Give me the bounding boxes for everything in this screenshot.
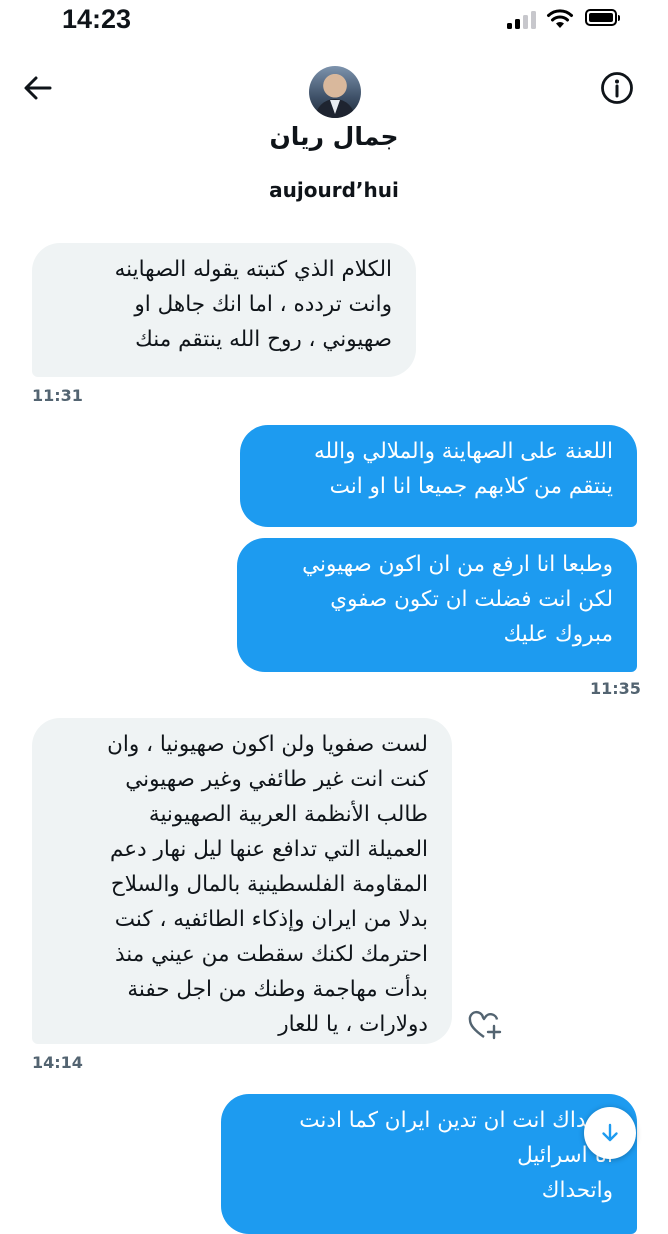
message-text-line: بدأت مهاجمة وطنك من اجل حفنة (127, 977, 428, 1002)
message-bubble[interactable]: الكلام الذي كتبته يقوله الصهاينه وانت تر… (32, 243, 416, 377)
message-text-line: الكلام الذي كتبته يقوله الصهاينه (114, 257, 392, 282)
message-text-line: وانت تردده ، اما انك جاهل او (134, 292, 392, 317)
message-text-line: انا اسرائيل (517, 1143, 613, 1168)
message-text-line: المقاومة الفلسطينية بالمال والسلاح (110, 872, 428, 897)
heart-plus-icon[interactable] (468, 1010, 502, 1042)
arrow-left-icon[interactable] (22, 72, 54, 104)
arrow-down-icon (602, 1123, 618, 1142)
message-timestamp: 11:35 (590, 679, 641, 698)
message-text-line: العميلة التي تدافع عنها ليل نهار دعم (110, 837, 428, 862)
contact-name[interactable]: جمال ريان (0, 122, 668, 151)
message-bubble[interactable]: لست صفويا ولن اكون صهيونيا ، وان كنت انت… (32, 718, 452, 1044)
message-timestamp: 11:31 (32, 386, 83, 405)
scroll-to-bottom-button[interactable] (584, 1107, 636, 1159)
message-text-line: لست صفويا ولن اكون صهيونيا ، وان (107, 732, 428, 757)
message-bubble[interactable]: اتحداك انت ان تدين ايران كما ادنت انا اس… (221, 1094, 637, 1234)
battery-icon (585, 9, 620, 26)
message-text-line: اللعنة على الصهاينة والملالي والله (313, 439, 613, 464)
message-text-line: صهيوني ، روح الله ينتقم منك (135, 327, 392, 352)
cellular-signal-icon (507, 11, 539, 29)
date-separator: aujourd’hui (269, 178, 399, 202)
wifi-icon (547, 9, 573, 28)
status-bar: 14:23 (0, 0, 668, 40)
status-time: 14:23 (62, 4, 132, 34)
message-text-line: ينتقم من كلابهم جميعا انا او انت (329, 474, 613, 499)
info-circle-icon[interactable] (600, 71, 634, 105)
message-text-line: اتحداك انت ان تدين ايران كما ادنت (299, 1108, 613, 1133)
message-text-line: وطبعا انا ارفع من ان اكون صهيوني (302, 552, 613, 577)
message-text-line: واتحداك (541, 1178, 613, 1203)
message-text-line: لكن انت فضلت ان تكون صفوي (330, 587, 613, 612)
message-text-line: مبروك عليك (503, 622, 613, 647)
message-bubble[interactable]: اللعنة على الصهاينة والملالي والله ينتقم… (240, 425, 637, 527)
message-timestamp: 14:14 (32, 1053, 83, 1072)
message-text-line: بدلا من ايران وإذكاء الطائفيه ، كنت (114, 907, 428, 932)
avatar[interactable] (309, 66, 361, 118)
message-bubble[interactable]: وطبعا انا ارفع من ان اكون صهيوني لكن انت… (237, 538, 637, 672)
message-text-line: دولارات ، يا للعار (278, 1012, 428, 1037)
message-text-line: احترمك لكنك سقطت من عيني منذ (115, 942, 428, 967)
message-text-line: كنت انت غير طائفي وغير صهيوني (125, 767, 428, 792)
message-text-line: طالب الأنظمة العربية الصهيونية (148, 802, 428, 827)
